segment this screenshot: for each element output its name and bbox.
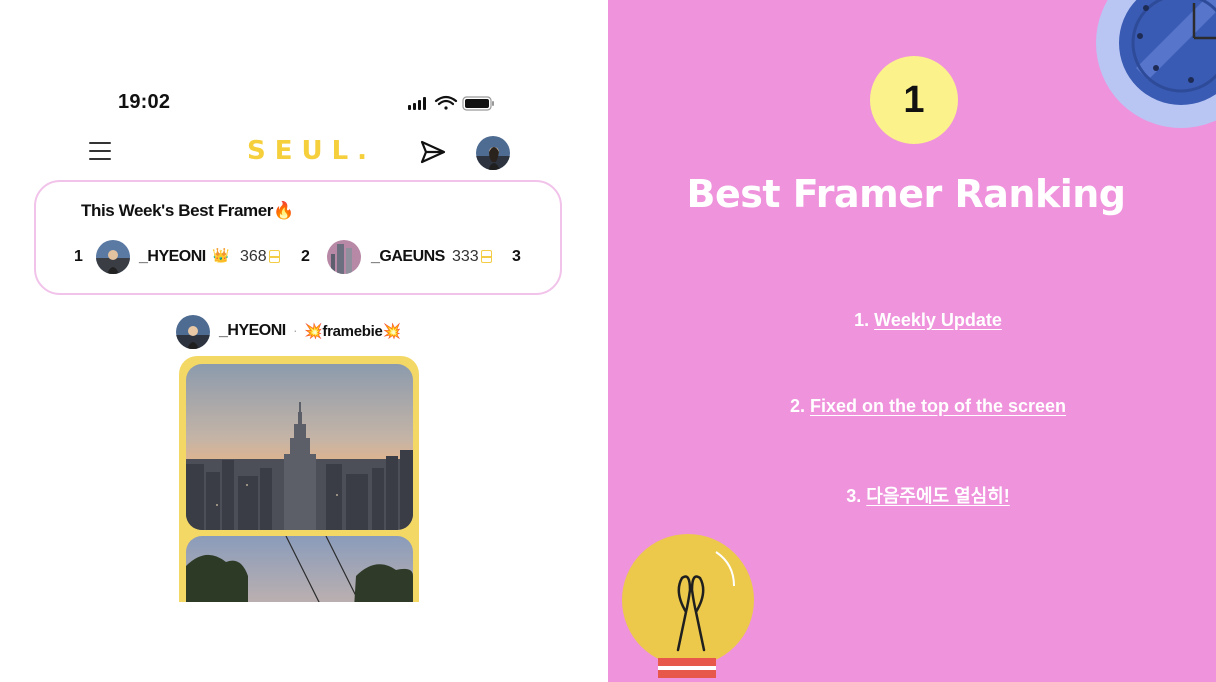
feature-item-number: 3. — [846, 486, 862, 506]
city-skyline-photo[interactable] — [186, 364, 413, 530]
ranker-avatar[interactable] — [327, 240, 361, 274]
status-time: 19:02 — [118, 91, 171, 113]
presentation-slide: 1 Best Framer Ranking 1. Weekly Update 2… — [608, 0, 1216, 682]
rank-number: 2 — [301, 248, 310, 265]
ranking-row: 1 _HYEONI 👑 368 2 _GAEUNS 333 3 — [36, 240, 564, 276]
ranker-name[interactable]: _HYEONI — [139, 248, 206, 266]
photo-frame[interactable] — [179, 356, 419, 616]
frame-icon — [268, 250, 280, 263]
send-icon[interactable] — [419, 139, 447, 165]
status-icons — [408, 95, 494, 111]
profile-avatar[interactable] — [476, 136, 510, 170]
wifi-icon — [434, 95, 458, 110]
post-author-avatar[interactable] — [176, 315, 210, 349]
rank-number: 1 — [74, 248, 83, 265]
signal-icon — [408, 97, 426, 110]
page-background — [0, 602, 608, 682]
feature-item-link[interactable]: Fixed on the top of the screen — [810, 396, 1066, 416]
separator-dot: · — [293, 322, 298, 338]
clock-illustration — [1096, 0, 1216, 128]
feature-item: 3. 다음주에도 열심히! — [608, 482, 1216, 508]
crown-icon: 👑 — [212, 247, 230, 263]
battery-icon — [462, 96, 494, 111]
rank-number: 3 — [512, 248, 521, 265]
rank-badge-number: 1 — [903, 79, 925, 121]
menu-icon[interactable] — [89, 142, 111, 162]
rank-badge: 1 — [870, 56, 958, 144]
post-badge: 💥framebie💥 — [304, 323, 402, 340]
feature-item: 2. Fixed on the top of the screen — [608, 396, 1216, 417]
feature-item-link[interactable]: 다음주에도 열심히! — [866, 486, 1009, 506]
post-author-name[interactable]: _HYEONI — [219, 322, 286, 340]
ranker-name[interactable]: _GAEUNS — [371, 248, 445, 266]
best-framer-card[interactable]: This Week's Best Framer🔥 1 _HYEONI 👑 368… — [34, 180, 562, 295]
ranker-score: 333 — [452, 248, 492, 266]
app-logo[interactable]: SEUL. — [247, 136, 367, 166]
ranker-score: 368 — [240, 248, 280, 266]
lightbulb-illustration — [622, 534, 754, 678]
sparkle-icon: 💥 — [304, 323, 323, 340]
feature-item-number: 2. — [789, 396, 805, 416]
feature-item-number: 1. — [854, 310, 870, 330]
ranker-avatar[interactable] — [96, 240, 130, 274]
feature-item: 1. Weekly Update — [608, 310, 1216, 331]
phone-mockup: 19:02 SEUL. This Week's Best Framer🔥 1 _… — [0, 0, 608, 682]
frame-icon — [480, 250, 492, 263]
best-framer-title: This Week's Best Framer🔥 — [81, 201, 294, 220]
sparkle-icon: 💥 — [382, 323, 402, 340]
feature-item-link[interactable]: Weekly Update — [874, 310, 1002, 330]
slide-title: Best Framer Ranking — [686, 172, 1126, 216]
